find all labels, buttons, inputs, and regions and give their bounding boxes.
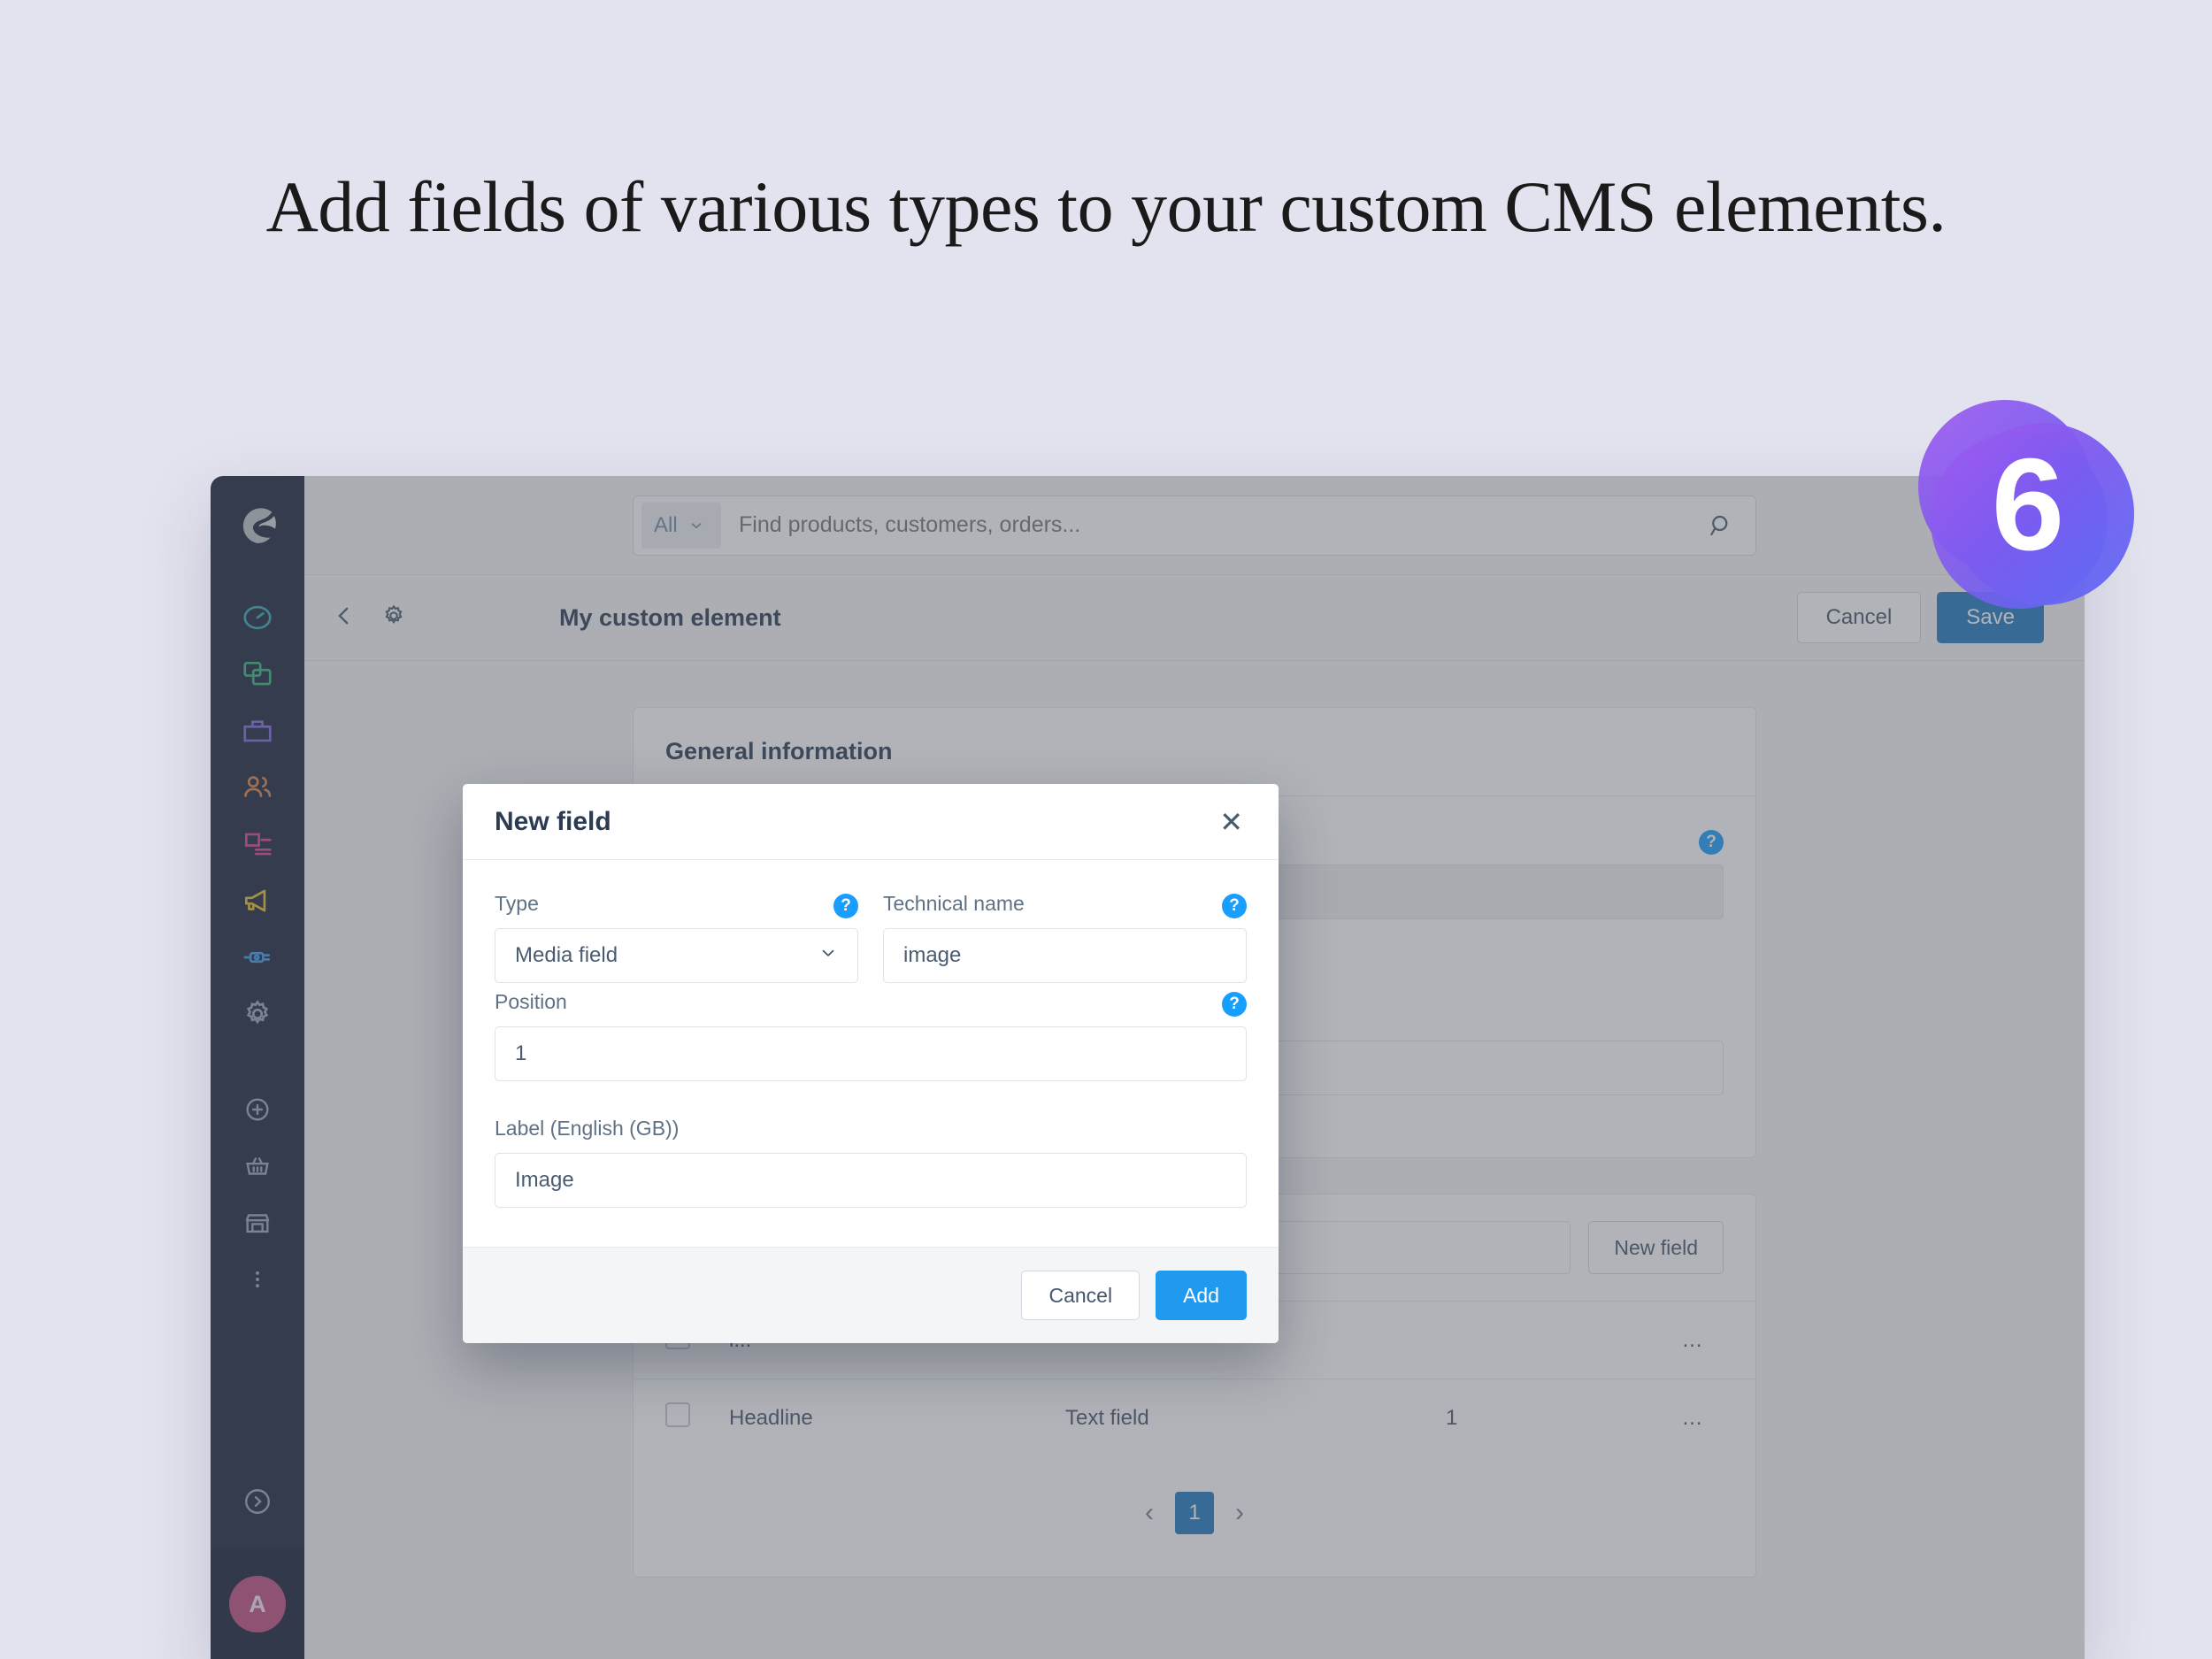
- modal-position-field: Position ? 1: [495, 990, 1247, 1081]
- close-icon[interactable]: ✕: [1216, 803, 1247, 841]
- help-icon[interactable]: ?: [1222, 992, 1247, 1017]
- modal-technical-name-input[interactable]: image: [883, 928, 1247, 983]
- modal-type-select[interactable]: Media field: [495, 928, 858, 983]
- modal-label-label: Label (English (GB)): [495, 1117, 680, 1140]
- admin-app-window: A All Find products, customers, orders..…: [211, 476, 2085, 1659]
- modal-title: New field: [495, 806, 611, 836]
- modal-label-field: Label (English (GB)) Image: [495, 1117, 1247, 1208]
- modal-type-value: Media field: [515, 943, 618, 967]
- page-title: Add fields of various types to your cust…: [265, 166, 1947, 247]
- help-icon[interactable]: ?: [1222, 894, 1247, 918]
- modal-cancel-button[interactable]: Cancel: [1021, 1271, 1141, 1320]
- modal-type-label: Type: [495, 892, 539, 915]
- version-badge-number: 6: [1991, 432, 2065, 578]
- chevron-down-icon: [818, 943, 838, 968]
- modal-add-button[interactable]: Add: [1156, 1271, 1247, 1320]
- modal-label-input[interactable]: Image: [495, 1153, 1247, 1208]
- modal-technical-name-field: Technical name ? image: [883, 892, 1247, 983]
- new-field-modal: New field ✕ Type ? Media field Technical…: [463, 784, 1279, 1343]
- help-icon[interactable]: ?: [833, 894, 858, 918]
- version-badge: 6: [1918, 400, 2134, 616]
- modal-position-input[interactable]: 1: [495, 1026, 1247, 1081]
- modal-technical-name-label: Technical name: [883, 892, 1025, 915]
- modal-type-field: Type ? Media field: [495, 892, 858, 983]
- modal-position-label: Position: [495, 990, 567, 1013]
